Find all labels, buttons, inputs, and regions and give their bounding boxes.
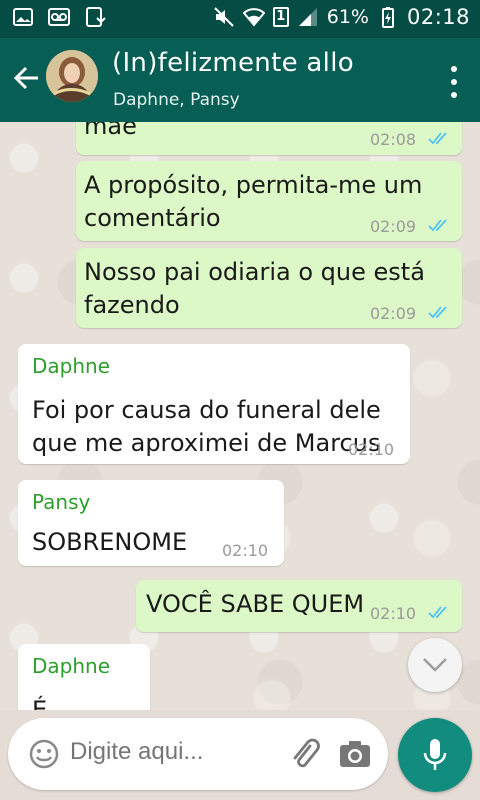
sender-name: Daphne (32, 354, 111, 378)
voicemail-icon (48, 8, 70, 26)
avatar-image (46, 50, 98, 102)
wifi-icon (242, 8, 265, 27)
read-ticks-icon (428, 606, 447, 619)
message-list[interactable]: mãe 02:08 A propósito, permita-me um com… (0, 122, 480, 710)
camera-icon[interactable] (338, 738, 372, 770)
mic-button[interactable] (398, 718, 472, 792)
status-bar-left-icons (12, 6, 106, 28)
message-outgoing[interactable]: VOCÊ SABE QUEM 02:10 (136, 580, 462, 632)
chat-participants[interactable]: Daphne, Pansy (113, 90, 240, 110)
back-arrow-icon[interactable] (10, 62, 42, 94)
chevron-down-icon (423, 658, 447, 672)
sim-indicator: 1 (272, 7, 289, 27)
message-outgoing[interactable]: A propósito, permita-me um comentário 02… (76, 161, 462, 241)
message-text: comentário (84, 204, 221, 232)
message-text: A propósito, permita-me um (84, 171, 423, 199)
avatar[interactable] (46, 50, 98, 102)
chat-title[interactable]: (In)felizmente allo (112, 48, 354, 78)
message-time: 02:08 (370, 130, 417, 149)
paperclip-icon[interactable] (288, 736, 320, 772)
message-text: VOCÊ SABE QUEM (146, 590, 365, 618)
clock: 02:18 (406, 5, 470, 29)
mute-icon (214, 7, 234, 27)
message-incoming[interactable]: Daphne É (18, 644, 150, 710)
signal-icon (298, 8, 317, 26)
emoji-icon[interactable] (28, 738, 60, 770)
message-input[interactable] (70, 738, 270, 766)
message-time: 02:09 (370, 304, 417, 323)
message-composer (8, 718, 388, 790)
more-vert-icon[interactable] (450, 66, 458, 98)
battery-charging-icon (381, 7, 394, 28)
message-text: mãe (84, 122, 137, 140)
message-time: 02:09 (370, 217, 417, 236)
read-ticks-icon (428, 132, 447, 145)
battery-percent: 61% (326, 6, 369, 28)
message-text: que me aproximei de Marcus (32, 429, 381, 457)
message-incoming[interactable]: Pansy SOBRENOME 02:10 (18, 480, 284, 566)
message-text: SOBRENOME (32, 528, 188, 556)
status-bar: 1 61% 02:18 (0, 0, 480, 38)
download-icon (86, 7, 106, 27)
message-text: Nosso pai odiaria o que está (84, 258, 425, 286)
image-icon (13, 8, 33, 26)
message-outgoing[interactable]: mãe 02:08 (76, 122, 462, 155)
read-ticks-icon (428, 306, 447, 319)
mic-icon (423, 739, 447, 770)
message-time: 02:10 (348, 440, 395, 459)
status-bar-right: 1 61% 02:18 (213, 5, 470, 29)
message-incoming[interactable]: Daphne Foi por causa do funeral dele que… (18, 344, 410, 464)
message-outgoing[interactable]: Nosso pai odiaria o que está fazendo 02:… (76, 248, 462, 328)
scroll-to-bottom-button[interactable] (408, 638, 462, 692)
message-text: fazendo (84, 291, 180, 319)
read-ticks-icon (428, 219, 447, 232)
message-text: Foi por causa do funeral dele (32, 396, 381, 424)
message-time: 02:10 (222, 541, 269, 560)
sender-name: Pansy (32, 490, 91, 514)
message-time: 02:10 (370, 604, 417, 623)
message-text: É (32, 696, 48, 710)
chat-header: (In)felizmente allo Daphne, Pansy (0, 38, 480, 122)
sender-name: Daphne (32, 654, 111, 678)
